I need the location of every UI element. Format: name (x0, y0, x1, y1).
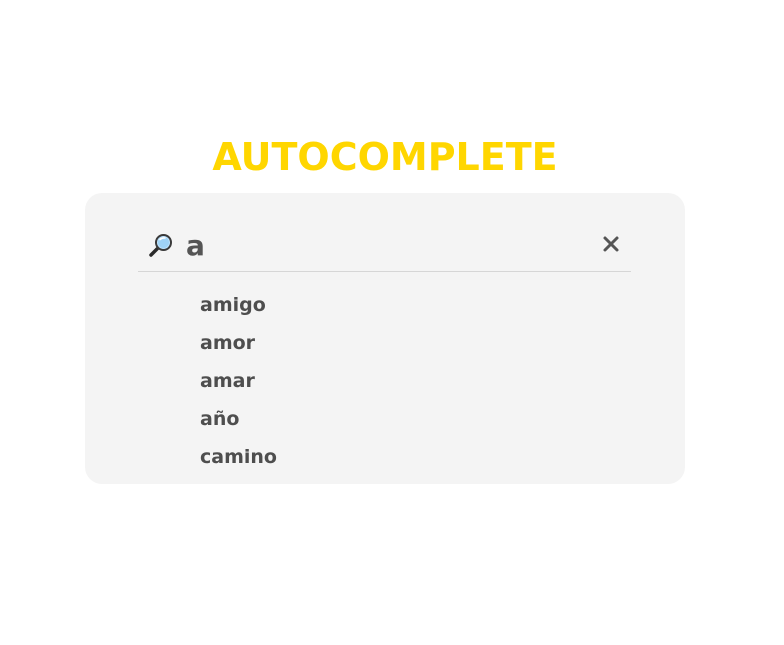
suggestion-item[interactable]: amar (200, 362, 620, 400)
autocomplete-panel: amigo amor amar año camino (85, 193, 685, 484)
search-input[interactable] (186, 227, 566, 263)
page-title: AUTOCOMPLETE (212, 135, 558, 179)
clear-search-button[interactable] (600, 233, 622, 255)
suggestion-item[interactable]: amor (200, 324, 620, 362)
suggestion-item[interactable]: camino (200, 438, 620, 476)
suggestion-list: amigo amor amar año camino (200, 286, 620, 476)
page: AUTOCOMPLETE amigo amor a (0, 0, 784, 645)
suggestion-item[interactable]: año (200, 400, 620, 438)
close-icon (603, 236, 619, 252)
magnifying-glass-icon (148, 232, 174, 258)
search-bar (138, 221, 631, 272)
suggestion-item[interactable]: amigo (200, 286, 620, 324)
